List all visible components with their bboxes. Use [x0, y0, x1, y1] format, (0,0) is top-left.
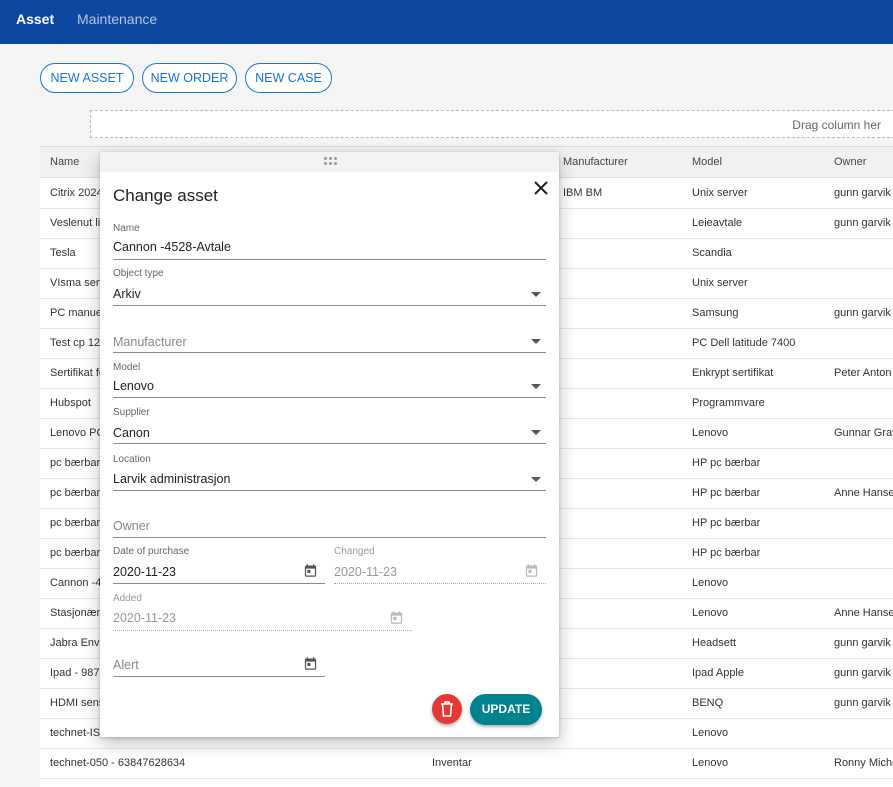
model-select[interactable]: Model Lenovo [113, 362, 546, 398]
column-header-model[interactable]: Model [692, 156, 822, 168]
cell-name: technet-050 - 63847628634 [50, 757, 186, 769]
name-field[interactable]: Name Cannon -4528-Avtale [113, 223, 546, 260]
cell-model: Lenovo [692, 427, 729, 439]
close-icon[interactable] [532, 179, 550, 197]
cell-model: Programmvare [692, 397, 765, 409]
manufacturer-placeholder: Manufacturer [113, 335, 187, 349]
cell-model: HP pc bærbar [692, 487, 761, 499]
dialog-drag-bar[interactable] [100, 152, 559, 172]
owner-placeholder: Owner [113, 519, 150, 533]
name-label: Name [113, 223, 140, 234]
alert-placeholder: Alert [113, 658, 139, 672]
cell-model: Scandia [692, 247, 732, 259]
cell-model: PC Dell latitude 7400 [692, 337, 796, 349]
nav-tab-maintenance[interactable]: Maintenance [77, 0, 157, 38]
cell-model: Samsung [692, 307, 739, 319]
supplier-select[interactable]: Supplier Canon [113, 407, 546, 444]
cell-owner: gunn garvik [834, 667, 891, 679]
cell-model: Lenovo [692, 577, 729, 589]
object-type-label: Object type [113, 268, 164, 279]
date-of-purchase-field[interactable]: Date of purchase 2020-11-23 [113, 546, 325, 584]
cell-owner: Gunnar Grav [834, 427, 893, 439]
cell-model: Enkrypt sertifikat [692, 367, 774, 379]
new-asset-button[interactable]: NEW ASSET [40, 63, 134, 93]
cell-model: Unix server [692, 277, 748, 289]
dropdown-caret-icon [531, 339, 541, 344]
cell-owner: Peter Anton [834, 367, 892, 379]
dropdown-caret-icon [531, 430, 541, 435]
name-value[interactable]: Cannon -4528-Avtale [113, 240, 231, 254]
cell-model: Unix server [692, 187, 748, 199]
delete-button[interactable] [432, 694, 462, 724]
added-label: Added [113, 593, 142, 604]
cell-owner: Ronny Miche [834, 757, 893, 769]
changed-field: Changed 2020-11-23 [334, 546, 546, 584]
added-value: 2020-11-23 [113, 611, 177, 625]
drag-handle-icon[interactable] [324, 157, 337, 166]
location-value: Larvik administrasjon [113, 472, 231, 486]
new-case-button[interactable]: NEW CASE [245, 63, 332, 93]
location-label: Location [113, 454, 151, 465]
alert-field[interactable]: Alert [113, 652, 325, 677]
location-select[interactable]: Location Larvik administrasjon [113, 454, 546, 491]
column-header-owner[interactable]: Owner [834, 156, 893, 168]
cell-owner: gunn garvik [834, 697, 891, 709]
owner-field[interactable]: Owner [113, 512, 546, 538]
dropdown-caret-icon [531, 384, 541, 389]
added-field: Added 2020-11-23 [113, 593, 412, 631]
cell-model: HP pc bærbar [692, 457, 761, 469]
model-value: Lenovo [113, 379, 155, 393]
cell-owner: gunn garvik [834, 307, 891, 319]
calendar-icon [525, 564, 538, 577]
dropdown-caret-icon [531, 477, 541, 482]
change-asset-dialog: Change asset Name Cannon -4528-Avtale Ob… [100, 152, 559, 737]
cell-owner: gunn garvik [834, 637, 891, 649]
cell-model: Lenovo [692, 757, 729, 769]
new-order-button[interactable]: NEW ORDER [142, 63, 237, 93]
supplier-label: Supplier [113, 407, 150, 418]
nav-tab-asset[interactable]: Asset [16, 0, 54, 38]
table-row[interactable]: technet-050 - 63847628634 Inventar Lenovo R… [40, 748, 893, 779]
supplier-value: Canon [113, 426, 150, 440]
cell-model: Leieavtale [692, 217, 743, 229]
cell-object-type: Inventar [432, 757, 472, 769]
cell-manufacturer: IBM BM [563, 187, 603, 199]
cell-owner: gunn garvik [834, 187, 891, 199]
cell-model: HP pc bærbar [692, 547, 761, 559]
cell-model: Ipad Apple [692, 667, 744, 679]
column-header-manufacturer[interactable]: Manufacturer [563, 156, 683, 168]
date-of-purchase-value[interactable]: 2020-11-23 [113, 565, 176, 579]
cell-model: BENQ [692, 697, 724, 709]
cell-owner: Anne Hansen [834, 607, 893, 619]
cell-model: HP pc bærbar [692, 517, 761, 529]
object-type-select[interactable]: Object type Arkiv [113, 268, 546, 306]
trash-icon [441, 701, 453, 717]
changed-label: Changed [334, 546, 375, 557]
calendar-icon[interactable] [303, 656, 318, 671]
object-type-value: Arkiv [113, 287, 141, 301]
model-label: Model [113, 362, 141, 373]
top-navigation-bar: Asset Maintenance [0, 0, 893, 44]
date-of-purchase-label: Date of purchase [113, 546, 190, 557]
cell-owner: gunn garvik [834, 217, 891, 229]
group-by-drop-zone[interactable]: Drag column her [90, 110, 893, 138]
update-button[interactable]: UPDATE [470, 694, 542, 725]
cell-model: Headsett [692, 637, 737, 649]
cell-model: Lenovo [692, 607, 729, 619]
calendar-icon[interactable] [303, 563, 318, 578]
dialog-title: Change asset [113, 186, 218, 205]
manufacturer-select[interactable]: Manufacturer [113, 327, 546, 353]
cell-owner: Anne Hansen [834, 487, 893, 499]
calendar-icon [390, 611, 403, 624]
drop-zone-hint: Drag column her [792, 118, 881, 132]
dropdown-caret-icon [531, 292, 541, 297]
changed-value: 2020-11-23 [334, 565, 398, 579]
cell-model: Lenovo [692, 727, 729, 739]
